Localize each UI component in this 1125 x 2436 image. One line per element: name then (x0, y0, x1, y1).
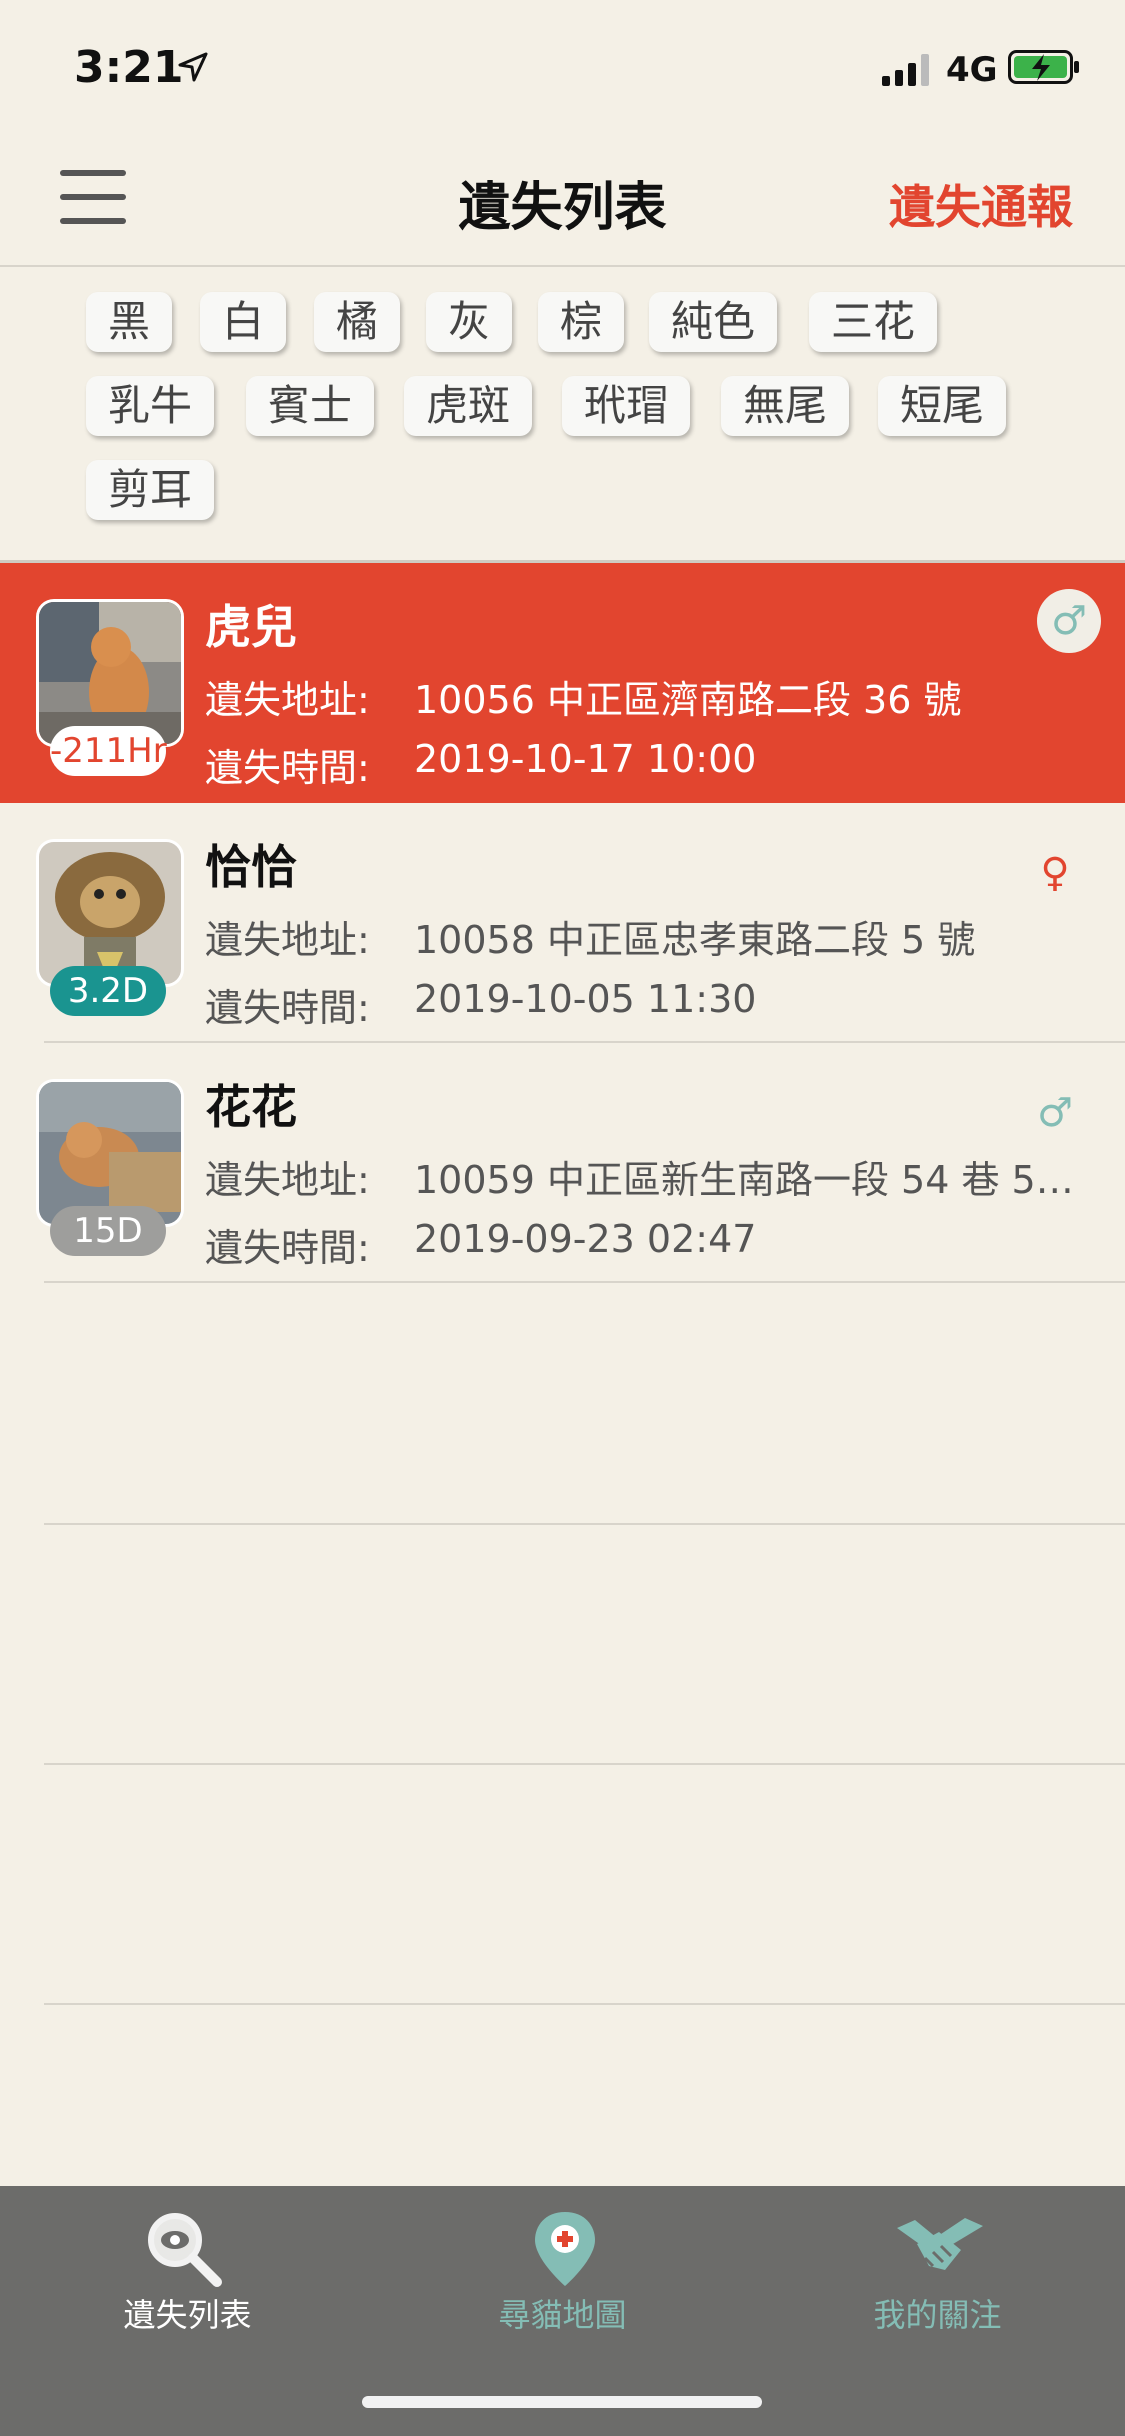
male-icon: ♂ (1037, 1090, 1073, 1136)
location-arrow-icon (178, 52, 208, 82)
tab-lost-list[interactable]: 遺失列表 (0, 2186, 375, 2386)
tab-label: 遺失列表 (123, 2296, 252, 2334)
time-value: 2019-09-23 02:47 (414, 1217, 757, 1261)
tab-label: 我的關注 (873, 2296, 1002, 2334)
list-item[interactable]: -211Hr 虎兒 遺失地址: 10056 中正區濟南路二段 36 號 遺失時間… (0, 563, 1125, 803)
map-pin-icon (535, 2212, 595, 2286)
time-label: 遺失時間: (205, 986, 370, 1030)
pet-photo (36, 839, 184, 987)
pet-name: 恰恰 (205, 840, 297, 894)
nav-bar: 遺失列表 遺失通報 (0, 135, 1125, 267)
network-type: 4G (946, 50, 998, 90)
status-bar: 3:21 4G (0, 0, 1125, 135)
time-value: 2019-10-17 10:00 (414, 737, 757, 781)
status-time: 3:21 (74, 42, 184, 93)
pet-photo (36, 599, 184, 747)
filter-chip[interactable]: 短尾 (878, 376, 1007, 436)
address-label: 遺失地址: (205, 918, 370, 962)
signal-icon (882, 54, 932, 86)
filter-chip[interactable]: 白 (200, 292, 287, 352)
pet-name: 花花 (205, 1080, 297, 1134)
tab-cat-map[interactable]: 尋貓地圖 (375, 2186, 750, 2386)
address-label: 遺失地址: (205, 678, 370, 722)
male-icon: ♂ (1037, 589, 1101, 653)
filter-chip[interactable]: 乳牛 (86, 376, 215, 436)
filter-chip[interactable]: 橘 (314, 292, 401, 352)
time-label: 遺失時間: (205, 1226, 370, 1270)
report-lost-button[interactable]: 遺失通報 (889, 171, 1073, 237)
filter-chip[interactable]: 虎斑 (404, 376, 533, 436)
address-label: 遺失地址: (205, 1158, 370, 1202)
elapsed-badge: -211Hr (50, 726, 167, 776)
address-value: 10059 中正區新生南路一段 54 巷 5… (414, 1158, 1074, 1202)
divider (44, 2003, 1125, 2005)
address-value: 10056 中正區濟南路二段 36 號 (414, 678, 962, 722)
filter-chip[interactable]: 無尾 (721, 376, 850, 436)
filter-chip[interactable]: 剪耳 (86, 460, 215, 520)
filter-chip[interactable]: 純色 (649, 292, 778, 352)
divider (44, 1281, 1125, 1283)
filter-chip[interactable]: 灰 (426, 292, 513, 352)
handshake-icon (897, 2218, 983, 2270)
battery-charging-icon (1008, 50, 1079, 84)
tab-label: 尋貓地圖 (498, 2296, 627, 2334)
elapsed-badge: 15D (50, 1206, 166, 1256)
elapsed-badge: 3.2D (50, 966, 166, 1016)
list-item[interactable]: 15D 花花 遺失地址: 10059 中正區新生南路一段 54 巷 5… 遺失時… (0, 1043, 1125, 1283)
list-item[interactable]: 3.2D 恰恰 遺失地址: 10058 中正區忠孝東路二段 5 號 遺失時間: … (0, 803, 1125, 1043)
tab-my-follows[interactable]: 我的關注 (750, 2186, 1125, 2386)
pet-name: 虎兒 (205, 600, 297, 654)
address-value: 10058 中正區忠孝東路二段 5 號 (414, 918, 976, 962)
divider (44, 1523, 1125, 1525)
time-label: 遺失時間: (205, 746, 370, 790)
home-indicator (362, 2396, 762, 2408)
pet-photo (36, 1079, 184, 1227)
filter-chip[interactable]: 三花 (809, 292, 938, 352)
divider (44, 1763, 1125, 1765)
magnifier-eye-icon (148, 2213, 222, 2287)
filter-chip[interactable]: 玳瑁 (562, 376, 691, 436)
filter-chip[interactable]: 黑 (86, 292, 173, 352)
filter-chip[interactable]: 賓士 (246, 376, 375, 436)
time-value: 2019-10-05 11:30 (414, 977, 757, 1021)
female-icon: ♀ (1040, 850, 1070, 896)
filter-chip[interactable]: 棕 (538, 292, 625, 352)
